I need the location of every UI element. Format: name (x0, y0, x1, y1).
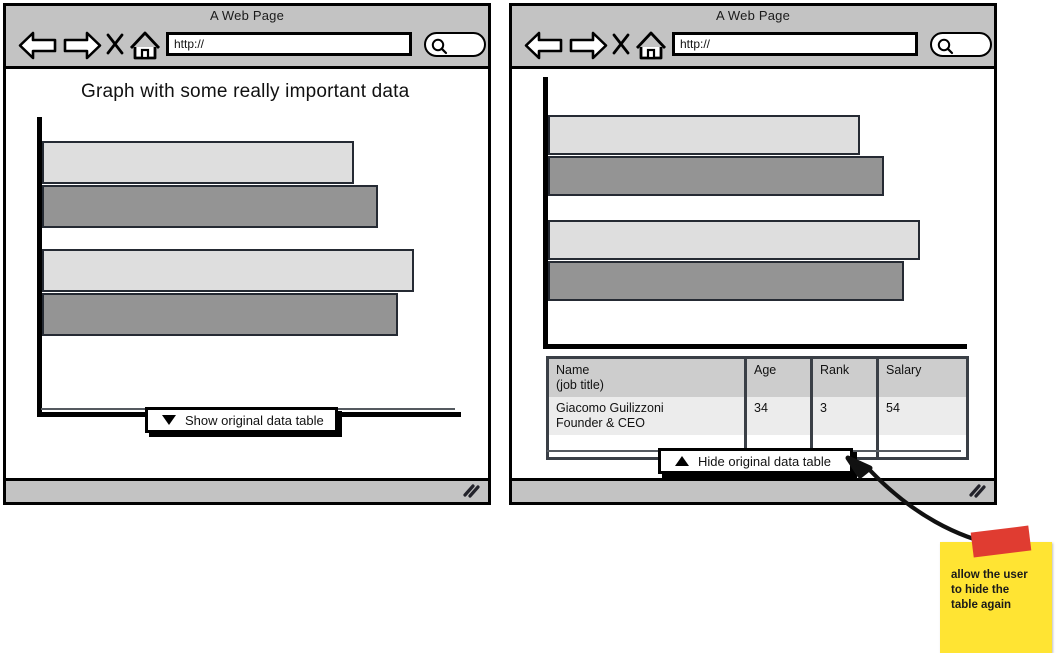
table-header-age: Age (744, 357, 813, 397)
table-header-rank: Rank (810, 357, 879, 397)
hide-data-table-button[interactable]: Hide original data table (658, 448, 853, 474)
chevron-up-icon (675, 456, 689, 466)
sticky-note-text: allow the user to hide the table again (951, 568, 1028, 613)
bar-chart-right (543, 77, 973, 349)
bar-chart-left (37, 117, 467, 417)
window-title-right: A Web Page (715, 8, 791, 23)
chart-bar (42, 141, 354, 184)
search-magnifier-icon (430, 37, 448, 60)
show-data-table-button[interactable]: Show original data table (145, 407, 338, 433)
browser-chrome-left: A Web Page http:// (6, 6, 488, 69)
forward-arrow-icon[interactable] (62, 30, 102, 60)
toggle-button-label: Hide original data table (698, 453, 831, 469)
close-x-icon[interactable] (610, 31, 632, 57)
status-bar-left (6, 478, 488, 502)
chart-bar (42, 249, 414, 292)
status-bar-right (512, 478, 994, 502)
url-input-right[interactable]: http:// (672, 32, 918, 56)
home-icon[interactable] (634, 29, 668, 61)
resize-grip-icon[interactable] (462, 484, 480, 503)
browser-window-right: A Web Page http:// Name (job title) Age … (509, 3, 997, 505)
chart-bar (548, 156, 884, 196)
original-data-table: Name (job title) Age Rank Salary Giacomo… (546, 356, 969, 460)
chart-bar (42, 293, 398, 336)
search-magnifier-icon (936, 37, 954, 60)
chart-bar (548, 115, 860, 155)
window-title-left: A Web Page (209, 8, 285, 23)
page-viewport-left: Graph with some really important data Sh… (6, 69, 488, 502)
table-cell-salary: 54 (876, 397, 969, 435)
note-line: table again (951, 599, 1012, 611)
table-cell-rank: 3 (810, 397, 879, 435)
close-x-icon[interactable] (104, 31, 126, 57)
browser-chrome-right: A Web Page http:// (512, 6, 994, 69)
back-arrow-icon[interactable] (18, 30, 58, 60)
table-row: Giacomo Guilizzoni Founder & CEO 34 3 54 (546, 397, 969, 435)
wireframe-canvas: A Web Page http:// Graph with some reall… (0, 0, 1058, 653)
resize-grip-icon[interactable] (968, 484, 986, 503)
chevron-down-icon (162, 415, 176, 425)
table-cell-name: Giacomo Guilizzoni Founder & CEO (546, 397, 747, 435)
table-header-name: Name (job title) (546, 357, 747, 397)
chart-bar (42, 185, 378, 228)
note-tape-icon (970, 525, 1032, 558)
note-line: to hide the (951, 584, 1010, 596)
search-field-left[interactable] (424, 32, 486, 57)
chart-x-axis (543, 344, 967, 349)
table-header-row: Name (job title) Age Rank Salary (546, 357, 969, 397)
page-title: Graph with some really important data (81, 81, 410, 102)
table-cell-age: 34 (744, 397, 813, 435)
url-input-left[interactable]: http:// (166, 32, 412, 56)
note-line: allow the user (951, 569, 1028, 581)
sticky-note: allow the user to hide the table again (940, 525, 1052, 653)
home-icon[interactable] (128, 29, 162, 61)
toggle-button-label: Show original data table (185, 412, 324, 428)
chart-bar (548, 261, 904, 301)
chart-bar (548, 220, 920, 260)
back-arrow-icon[interactable] (524, 30, 564, 60)
table-header-salary: Salary (876, 357, 969, 397)
page-viewport-right: Name (job title) Age Rank Salary Giacomo… (512, 69, 994, 502)
search-field-right[interactable] (930, 32, 992, 57)
browser-window-left: A Web Page http:// Graph with some reall… (3, 3, 491, 505)
forward-arrow-icon[interactable] (568, 30, 608, 60)
